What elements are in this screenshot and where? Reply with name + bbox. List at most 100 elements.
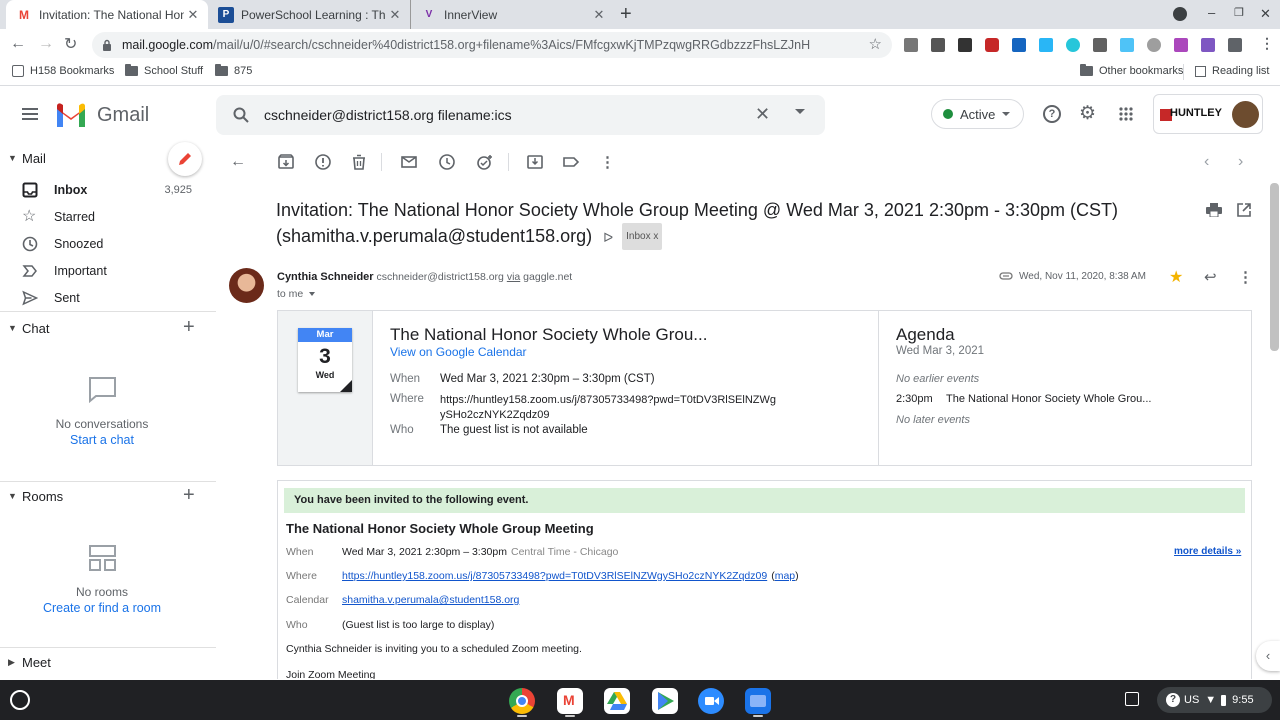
- sidebar-item-snoozed[interactable]: Snoozed: [0, 231, 210, 257]
- close-tab-icon[interactable]: ✕: [590, 6, 608, 24]
- extension-icon[interactable]: [904, 38, 918, 52]
- launcher-icon[interactable]: [10, 690, 30, 710]
- restore-window-icon[interactable]: ❐: [1234, 6, 1244, 19]
- browser-tab-innerview[interactable]: V InnerView ✕: [411, 0, 614, 29]
- gmail-app-icon[interactable]: M: [557, 688, 583, 714]
- close-tab-icon[interactable]: ✕: [386, 6, 404, 24]
- zoom-app-icon[interactable]: [698, 688, 724, 714]
- back-to-list-icon[interactable]: ←: [230, 153, 248, 171]
- calendar-owner-link[interactable]: shamitha.v.perumala@student158.org: [342, 594, 519, 606]
- map-link[interactable]: map: [775, 570, 795, 582]
- newer-chevron-icon[interactable]: ‹: [1204, 153, 1222, 171]
- sidebar-item-starred[interactable]: ☆ Starred: [0, 204, 210, 230]
- new-room-plus-icon[interactable]: +: [183, 484, 195, 507]
- extension-icon[interactable]: [1120, 38, 1134, 52]
- clipboard-tray-icon[interactable]: [1125, 692, 1139, 706]
- important-marker-icon[interactable]: ᐅ: [603, 230, 613, 245]
- sidebar-item-inbox[interactable]: Inbox 3,925: [0, 177, 210, 203]
- drive-app-icon[interactable]: [604, 688, 630, 714]
- files-app-icon[interactable]: [745, 688, 771, 714]
- extension-icon[interactable]: [1147, 38, 1161, 52]
- report-spam-icon[interactable]: [314, 153, 332, 171]
- settings-gear-icon[interactable]: ⚙: [1079, 102, 1096, 125]
- add-to-tasks-icon[interactable]: [476, 153, 494, 171]
- start-chat-link[interactable]: Start a chat: [0, 433, 204, 447]
- older-chevron-icon[interactable]: ›: [1238, 153, 1256, 171]
- more-details-link[interactable]: more details »: [1174, 546, 1241, 557]
- search-icon[interactable]: [233, 107, 249, 123]
- sidebar-item-sent[interactable]: Sent: [0, 285, 210, 311]
- snooze-clock-icon[interactable]: [438, 153, 456, 171]
- move-to-icon[interactable]: [526, 153, 544, 171]
- side-panel-toggle-icon[interactable]: ‹: [1256, 641, 1280, 671]
- bookmark-875[interactable]: 875: [215, 64, 252, 77]
- gmail-logo-icon[interactable]: [55, 103, 87, 127]
- bookmark-school-stuff[interactable]: School Stuff: [125, 64, 203, 77]
- message-more-icon[interactable]: ⋮: [1238, 268, 1253, 286]
- view-on-calendar-link[interactable]: View on Google Calendar: [390, 345, 527, 359]
- other-bookmarks[interactable]: Other bookmarks: [1080, 64, 1183, 77]
- account-area[interactable]: HUNTLEY: [1153, 94, 1263, 134]
- reply-icon[interactable]: ↩: [1204, 268, 1217, 286]
- browser-tab-gmail[interactable]: M Invitation: The National Honor S ✕: [6, 0, 208, 29]
- extension-icon[interactable]: [1066, 38, 1080, 52]
- meet-section-header[interactable]: ▶ Meet: [0, 649, 216, 675]
- extension-icon[interactable]: [931, 38, 945, 52]
- status-tray[interactable]: ? US ▼ 9:55: [1157, 687, 1272, 713]
- browser-tab-powerschool[interactable]: P PowerSchool Learning : The Nat ✕: [208, 0, 411, 29]
- sender-name[interactable]: Cynthia Schneider: [277, 271, 374, 283]
- scrollbar-thumb[interactable]: [1270, 183, 1279, 351]
- delete-trash-icon[interactable]: [350, 153, 368, 171]
- forward-arrow-icon[interactable]: →: [38, 35, 54, 53]
- sidebar-item-important[interactable]: Important: [0, 258, 210, 284]
- status-button[interactable]: Active: [931, 99, 1024, 129]
- close-window-icon[interactable]: ✕: [1260, 6, 1271, 22]
- search-input[interactable]: [264, 107, 744, 123]
- extension-icon[interactable]: [1174, 38, 1188, 52]
- more-options-icon[interactable]: ⋮: [600, 153, 618, 171]
- recipients-toggle[interactable]: to me: [277, 288, 316, 300]
- mark-unread-icon[interactable]: [400, 153, 418, 171]
- print-icon[interactable]: [1206, 203, 1222, 217]
- extension-icon[interactable]: [1039, 38, 1053, 52]
- rooms-section-header[interactable]: ▼ Rooms +: [0, 483, 216, 509]
- extension-icon[interactable]: [1012, 38, 1026, 52]
- main-menu-icon[interactable]: [22, 108, 38, 120]
- bookmark-star-icon[interactable]: ☆: [869, 35, 882, 53]
- close-tab-icon[interactable]: ✕: [184, 6, 202, 24]
- tab-search-icon[interactable]: [1173, 7, 1187, 21]
- reload-icon[interactable]: ↻: [64, 34, 77, 54]
- search-options-icon[interactable]: [795, 109, 805, 114]
- pdf-extension-icon[interactable]: [1201, 38, 1215, 52]
- bookmark-h158[interactable]: H158 Bookmarks: [12, 65, 114, 77]
- reading-list[interactable]: Reading list: [1195, 65, 1269, 77]
- agenda-event-title[interactable]: The National Honor Society Whole Grou...: [946, 393, 1151, 405]
- apps-grid-icon[interactable]: [1119, 107, 1133, 121]
- inbox-label-chip[interactable]: Inbox x: [622, 223, 663, 250]
- zoom-meeting-link[interactable]: https://huntley158.zoom.us/j/87305733498…: [342, 570, 767, 582]
- via-link[interactable]: via: [507, 271, 520, 283]
- play-store-app-icon[interactable]: [652, 688, 678, 714]
- ublock-icon[interactable]: [985, 38, 999, 52]
- open-new-window-icon[interactable]: [1237, 203, 1251, 217]
- chrome-app-icon[interactable]: [509, 688, 535, 714]
- new-chat-plus-icon[interactable]: +: [183, 316, 195, 339]
- compose-button[interactable]: [168, 142, 202, 176]
- remove-label-icon[interactable]: x: [653, 231, 658, 242]
- sender-avatar[interactable]: [229, 268, 264, 303]
- puzzle-icon[interactable]: [1228, 38, 1242, 52]
- address-bar[interactable]: mail.google.com/mail/u/0/#search/cschnei…: [92, 32, 892, 58]
- starred-star-icon[interactable]: ★: [1169, 267, 1183, 287]
- label-tag-icon[interactable]: [562, 153, 580, 171]
- archive-icon[interactable]: [277, 153, 295, 171]
- create-room-link[interactable]: Create or find a room: [0, 601, 204, 615]
- help-icon[interactable]: ?: [1043, 105, 1061, 123]
- back-arrow-icon[interactable]: ←: [10, 35, 26, 53]
- avatar[interactable]: [1232, 101, 1259, 128]
- extension-icon[interactable]: [1093, 38, 1107, 52]
- browser-menu-icon[interactable]: ⋮: [1260, 35, 1274, 52]
- new-tab-button[interactable]: +: [620, 3, 632, 26]
- minimize-window-icon[interactable]: –: [1208, 5, 1215, 20]
- clear-search-icon[interactable]: ✕: [755, 104, 770, 125]
- chat-section-header[interactable]: ▼ Chat +: [0, 315, 216, 341]
